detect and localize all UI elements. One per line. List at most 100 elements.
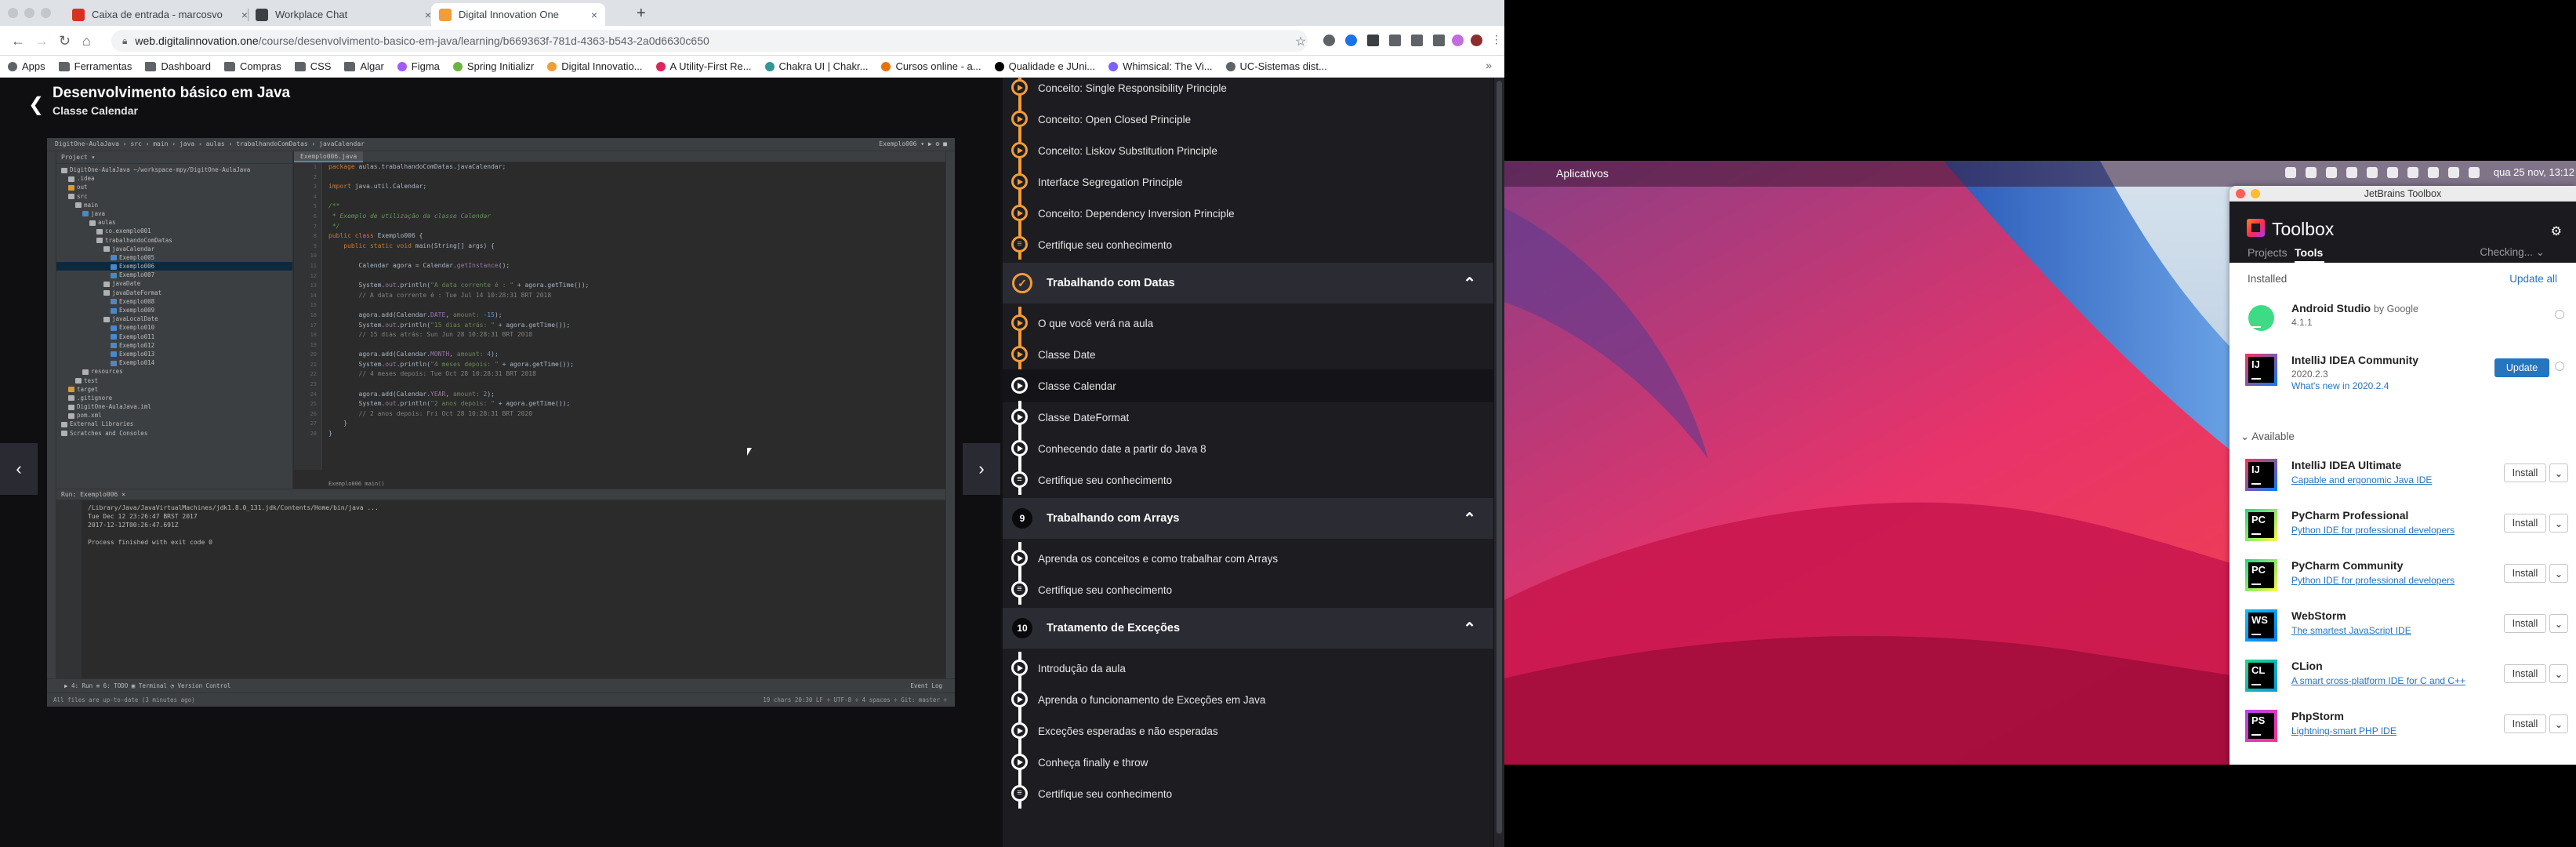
bookmark-item[interactable]: Digital Innovatio...: [547, 60, 643, 72]
tool-menu-icon[interactable]: [2555, 310, 2564, 319]
installed-tool[interactable]: IJ IntelliJ IDEA Community 2020.2.3 What's …: [2230, 346, 2576, 391]
address-bar[interactable]: 🔒︎ web.digitalinnovation.one/course/dese…: [111, 30, 1308, 52]
browser-tab[interactable]: Digital Innovation One ×: [431, 3, 605, 26]
lesson-item[interactable]: Certifique seu conhecimento: [1003, 228, 1493, 261]
tool-description[interactable]: Lightning-smart PHP IDE: [2291, 725, 2396, 736]
install-button[interactable]: Install: [2504, 714, 2546, 733]
forward-arrow-icon[interactable]: →: [34, 33, 49, 49]
close-icon[interactable]: ×: [241, 9, 248, 21]
install-button[interactable]: Install: [2504, 514, 2546, 533]
home-icon[interactable]: ⌂: [82, 33, 91, 49]
lesson-item[interactable]: Classe Calendar: [1003, 369, 1493, 402]
tool-description[interactable]: A smart cross-platform IDE for C and C++: [2291, 675, 2465, 686]
install-button[interactable]: Install: [2504, 614, 2546, 633]
minimize-window-button[interactable]: [2251, 189, 2260, 198]
previous-lesson-button[interactable]: ‹: [0, 443, 38, 495]
avatar[interactable]: [1452, 35, 1464, 46]
browser-tab[interactable]: Caixa de entrada - marcosvo ×: [64, 3, 256, 26]
bookmark-item[interactable]: Spring Initializr: [452, 60, 534, 72]
chevron-up-icon[interactable]: ⌃: [1463, 619, 1476, 638]
lesson-item[interactable]: Conceito: Single Responsibility Principl…: [1003, 78, 1493, 104]
bookmark-item[interactable]: Dashboard: [145, 60, 211, 72]
chevron-down-icon[interactable]: ⌄: [2549, 614, 2568, 633]
available-tool[interactable]: PC PyCharm Community Python IDE for profes…: [2230, 551, 2576, 597]
section-header[interactable]: 10 Tratamento de Exceções ⌃: [1003, 608, 1493, 649]
bookmark-item[interactable]: Figma: [397, 60, 440, 72]
section-header[interactable]: ✓ Trabalhando com Datas ⌃: [1003, 263, 1493, 304]
battery-icon[interactable]: [2366, 166, 2378, 178]
bookmark-item[interactable]: CSS: [294, 60, 331, 72]
puzzle-extensions-icon[interactable]: [1411, 35, 1423, 46]
profile-avatar[interactable]: [1471, 35, 1482, 46]
extension-icon[interactable]: [1345, 35, 1357, 46]
video-player[interactable]: DigitOne-AulaJava › src › main › java › …: [47, 138, 955, 707]
bookmark-item[interactable]: Algar: [344, 60, 384, 72]
bluetooth-icon[interactable]: [2325, 166, 2337, 178]
bookmark-item[interactable]: Whimsical: The Vi...: [1108, 60, 1213, 72]
more-bookmarks-icon[interactable]: »: [1486, 59, 1492, 71]
available-tool[interactable]: CL CLion A smart cross-platform IDE for C …: [2230, 652, 2576, 697]
checking-status[interactable]: Checking... ⌄: [2480, 246, 2545, 259]
tool-description[interactable]: Python IDE for professional developers: [2291, 525, 2454, 536]
lesson-item[interactable]: Conheça finally e throw: [1003, 746, 1493, 779]
browser-tab[interactable]: Workplace Chat ×: [248, 3, 439, 26]
reading-list-icon[interactable]: [1433, 35, 1445, 46]
menu-clock[interactable]: qua 25 nov, 13:12: [2494, 166, 2574, 178]
chevron-down-icon[interactable]: ⌄: [2549, 514, 2568, 533]
bookmark-item[interactable]: Qualidade e JUni...: [994, 60, 1095, 72]
bookmark-item[interactable]: A Utility-First Re...: [655, 60, 752, 72]
tab-tools[interactable]: Tools: [2295, 246, 2323, 259]
extension-icon[interactable]: [1367, 35, 1379, 46]
lesson-item[interactable]: Introdução da aula: [1003, 652, 1493, 685]
lesson-item[interactable]: Conhecendo date a partir do Java 8: [1003, 432, 1493, 465]
scroll-thumb[interactable]: [1497, 81, 1502, 834]
lesson-item[interactable]: Certifique seu conhecimento: [1003, 573, 1493, 606]
flag-icon[interactable]: [2407, 166, 2418, 178]
installed-tool[interactable]: Android Studio by Google 4.1.1: [2230, 294, 2576, 340]
chevron-up-icon[interactable]: ⌃: [1463, 509, 1476, 529]
lesson-item[interactable]: Certifique seu conhecimento: [1003, 463, 1493, 496]
lesson-item[interactable]: Exceções esperadas e não esperadas: [1003, 714, 1493, 747]
menu-app-name[interactable]: Aplicativos: [1556, 167, 1609, 180]
lesson-item[interactable]: Conceito: Liskov Substitution Principle: [1003, 134, 1493, 167]
close-icon[interactable]: ×: [591, 9, 597, 21]
lesson-item[interactable]: Aprenda os conceitos e como trabalhar co…: [1003, 542, 1493, 575]
siri-icon[interactable]: [2468, 166, 2480, 178]
whats-new-link[interactable]: What's new in 2020.2.4: [2291, 380, 2389, 391]
control-center-icon[interactable]: [2447, 166, 2459, 178]
lesson-item[interactable]: Interface Segregation Principle: [1003, 165, 1493, 198]
bookmark-item[interactable]: Ferramentas: [58, 60, 132, 72]
available-tool[interactable]: IJ IntelliJ IDEA Ultimate Capable and ergo…: [2230, 451, 2576, 496]
tab-projects[interactable]: Projects: [2248, 246, 2288, 259]
tool-description[interactable]: The smartest JavaScript IDE: [2291, 625, 2411, 636]
wifi-icon[interactable]: [2305, 166, 2317, 178]
lesson-item[interactable]: Aprenda o funcionamento de Exceções em J…: [1003, 683, 1493, 716]
lock-icon[interactable]: 🔒︎: [122, 35, 127, 47]
bookmark-item[interactable]: Cursos online - a...: [881, 60, 981, 72]
install-button[interactable]: Install: [2504, 564, 2546, 583]
close-window-button[interactable]: [8, 8, 18, 18]
lesson-item[interactable]: Conceito: Dependency Inversion Principle: [1003, 197, 1493, 230]
back-chevron-icon[interactable]: ❮: [28, 93, 44, 116]
bookmark-star-icon[interactable]: ☆: [1295, 34, 1306, 49]
section-header[interactable]: 9 Trabalhando com Arrays ⌃: [1003, 498, 1493, 539]
bookmark-item[interactable]: Compras: [223, 60, 281, 72]
minimize-window-button[interactable]: [24, 8, 34, 18]
lessons-scrollbar[interactable]: [1494, 78, 1504, 847]
extension-icon[interactable]: [1323, 35, 1335, 46]
tool-menu-icon[interactable]: [2555, 362, 2564, 371]
update-all-link[interactable]: Update all: [2509, 273, 2557, 285]
back-arrow-icon[interactable]: ←: [11, 33, 25, 49]
next-lesson-button[interactable]: ›: [963, 443, 1000, 495]
chevron-down-icon[interactable]: ⌄: [2549, 564, 2568, 583]
search-icon[interactable]: [2427, 166, 2439, 178]
update-button[interactable]: Update: [2494, 358, 2549, 377]
new-tab-button[interactable]: +: [637, 5, 646, 23]
available-tool[interactable]: WS WebStorm The smartest JavaScript IDE Ins…: [2230, 602, 2576, 647]
kebab-menu-icon[interactable]: ⋮: [1491, 33, 1502, 46]
lesson-item[interactable]: Certifique seu conhecimento: [1003, 777, 1493, 810]
chevron-down-icon[interactable]: ⌄: [2549, 714, 2568, 733]
reload-icon[interactable]: ↻: [59, 33, 71, 49]
maximize-window-button[interactable]: [41, 8, 51, 18]
bookmark-item[interactable]: Apps: [8, 60, 45, 72]
